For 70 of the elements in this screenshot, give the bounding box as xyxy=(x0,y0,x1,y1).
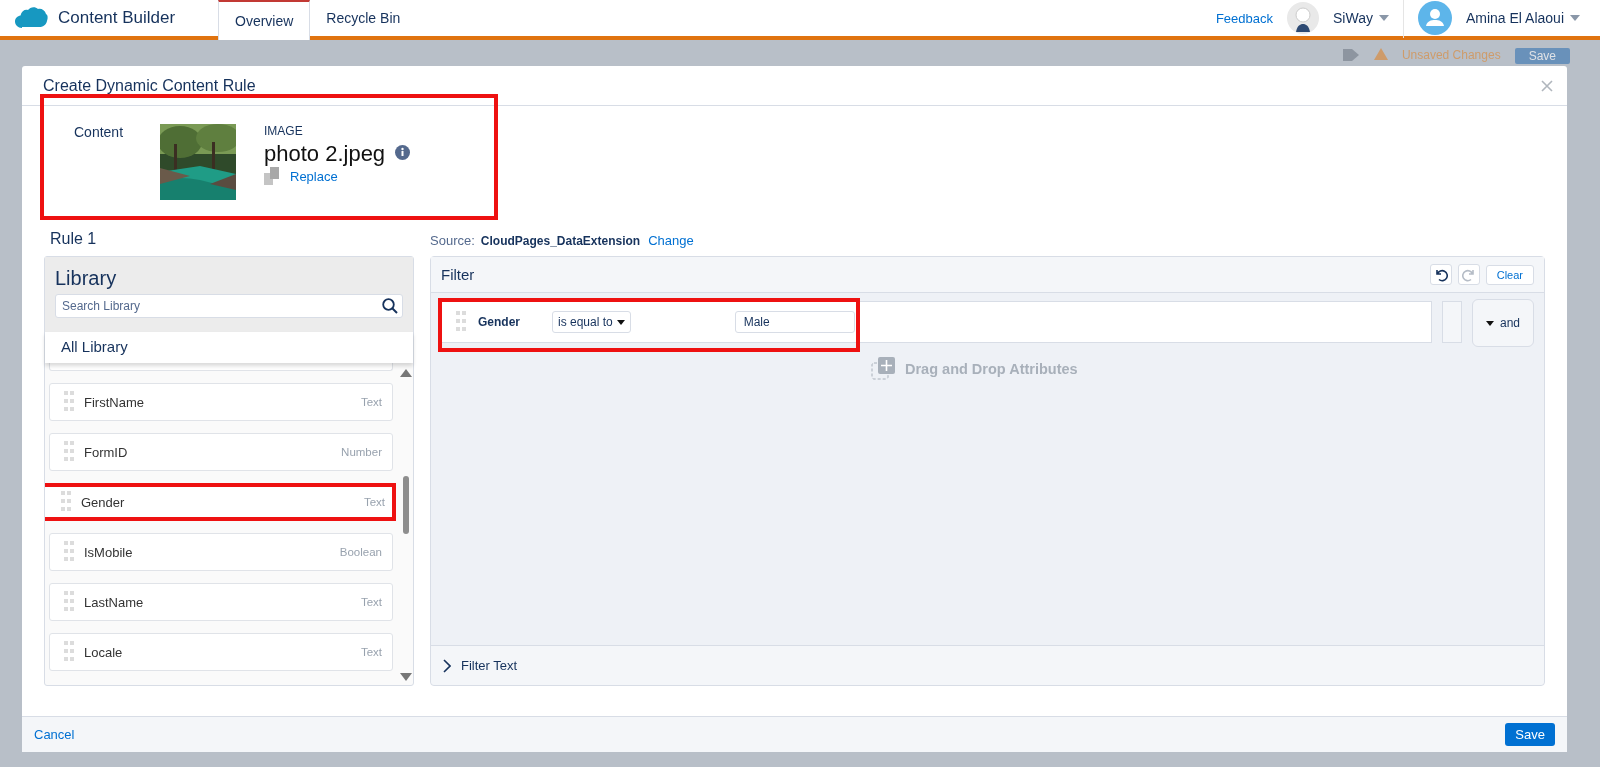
conjunction-button[interactable]: and xyxy=(1472,299,1534,347)
move-icon xyxy=(871,357,895,381)
undo-icon[interactable] xyxy=(1429,264,1452,285)
scroll-down-icon[interactable] xyxy=(400,673,412,681)
replace-link[interactable]: Replace xyxy=(290,168,338,184)
attribute-type: Text xyxy=(360,646,382,658)
content-type: IMAGE xyxy=(264,124,304,138)
attribute-type: Text xyxy=(360,596,382,608)
condition-slot xyxy=(1442,301,1462,343)
change-link[interactable]: Change xyxy=(648,233,694,248)
attribute-name: FormID xyxy=(84,444,129,460)
source-label: Source: xyxy=(430,233,475,248)
chevron-right-icon[interactable] xyxy=(443,658,451,673)
search-icon[interactable] xyxy=(382,298,398,314)
rule-title: Rule 1 xyxy=(49,230,98,248)
attribute-type: Text xyxy=(360,396,382,408)
unsaved-changes-status: Unsaved Changes xyxy=(1401,48,1501,62)
nav-tab[interactable]: Overview xyxy=(218,0,311,40)
cancel-link[interactable]: Cancel xyxy=(34,727,75,742)
value-field[interactable]: Male xyxy=(734,311,855,333)
save-button[interactable]: Save xyxy=(1505,723,1555,746)
warning-icon xyxy=(1373,48,1388,60)
feedback-link[interactable]: Feedback xyxy=(1215,10,1273,26)
attribute-name: Gender xyxy=(81,494,126,510)
nav-tab[interactable]: Recycle Bin xyxy=(310,0,417,36)
redo-icon[interactable] xyxy=(1457,264,1480,285)
user-avatar-icon[interactable] xyxy=(1417,1,1452,35)
attribute-item[interactable]: FormID Number xyxy=(49,433,393,471)
attribute-item[interactable]: LastName Text xyxy=(49,583,393,621)
attribute-item[interactable]: IsMobile Boolean xyxy=(49,533,393,571)
user-menu[interactable]: Amina El Alaoui xyxy=(1465,10,1580,26)
dialog-title: Create Dynamic Content Rule xyxy=(43,76,256,95)
drag-handle-icon[interactable] xyxy=(64,391,74,413)
library-dropdown[interactable]: All Library xyxy=(45,332,413,363)
scrollbar-thumb[interactable] xyxy=(403,476,409,534)
attribute-type: Text xyxy=(363,496,385,508)
drag-handle-icon[interactable] xyxy=(64,641,74,663)
app-title: Content Builder xyxy=(58,8,176,28)
drag-handle-icon[interactable] xyxy=(64,541,74,563)
library-title: Library xyxy=(55,267,118,290)
attribute-name: IsMobile xyxy=(84,544,134,560)
tag-icon[interactable] xyxy=(1341,48,1360,62)
attribute-item[interactable]: Locale Text xyxy=(49,633,393,671)
drag-handle-icon[interactable] xyxy=(456,311,466,333)
drag-handle-icon[interactable] xyxy=(64,441,74,463)
org-menu[interactable]: SiWay xyxy=(1333,10,1389,26)
attribute-type: Boolean xyxy=(339,546,382,558)
source-name: CloudPages_DataExtension xyxy=(480,234,641,248)
search-field[interactable]: Search Library xyxy=(55,294,403,318)
attribute-item[interactable]: FirstName Text xyxy=(49,383,393,421)
scroll-up-icon[interactable] xyxy=(400,369,412,377)
mascot-avatar-icon[interactable] xyxy=(1287,2,1319,34)
replace-icon xyxy=(264,167,280,185)
filter-text-toggle[interactable]: Filter Text xyxy=(431,645,1544,685)
clear-button[interactable]: Clear xyxy=(1485,264,1534,285)
file-name: photo 2.jpeg xyxy=(264,141,386,167)
info-icon[interactable] xyxy=(395,145,411,160)
drop-hint: Drag and Drop Attributes xyxy=(905,361,1078,377)
operator-select[interactable]: is equal to xyxy=(552,311,631,333)
cloud-logo-icon xyxy=(14,6,48,30)
attribute-name: Locale xyxy=(84,644,124,660)
filter-title: Filter xyxy=(441,266,476,283)
attribute-name: LastName xyxy=(84,594,145,610)
drag-handle-icon[interactable] xyxy=(64,591,74,613)
attribute-item[interactable]: Gender Text xyxy=(45,483,396,521)
attribute-name: FirstName xyxy=(84,394,145,410)
content-label: Content xyxy=(74,123,125,142)
drag-handle-icon[interactable] xyxy=(61,491,71,513)
condition-field: Gender xyxy=(478,315,540,329)
attribute-type: Number xyxy=(341,446,382,458)
